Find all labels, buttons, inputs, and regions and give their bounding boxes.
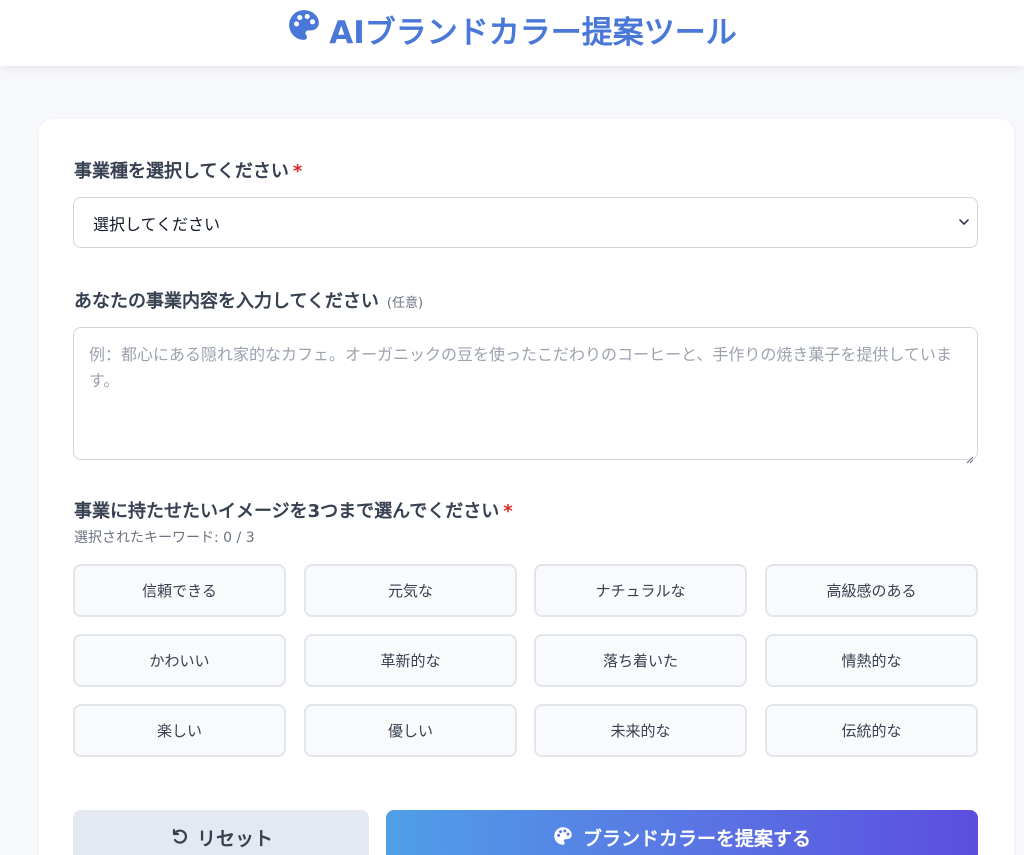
business-description-textarea[interactable]: 例：都心にある隠れ家的なカフェ。オーガニックの豆を使ったこだわりのコーヒーと、手… xyxy=(73,327,978,464)
business-type-select[interactable]: 選択してください xyxy=(73,197,978,248)
keyword-button[interactable]: 伝統的な xyxy=(765,704,978,757)
app-title: AIブランドカラー提案ツール xyxy=(287,7,737,52)
optional-note: (任意) xyxy=(386,296,424,311)
keyword-button[interactable]: かわいい xyxy=(73,634,286,687)
palette-icon xyxy=(553,824,573,851)
business-description-placeholder: 例：都心にある隠れ家的なカフェ。オーガニックの豆を使ったこだわりのコーヒーと、手… xyxy=(89,345,952,391)
keyword-button[interactable]: 情熱的な xyxy=(765,634,978,687)
keyword-button[interactable]: 革新的な xyxy=(304,634,517,687)
keyword-button[interactable]: 信頼できる xyxy=(73,564,286,617)
business-description-label-text: あなたの事業内容を入力してください xyxy=(74,291,379,312)
reset-button[interactable]: リセット xyxy=(73,810,369,855)
keyword-button[interactable]: 元気な xyxy=(304,564,517,617)
palette-icon xyxy=(287,8,321,50)
required-mark: * xyxy=(292,161,303,182)
keyword-button[interactable]: 高級感のある xyxy=(765,564,978,617)
suggest-colors-button-label: ブランドカラーを提案する xyxy=(582,828,811,850)
keywords-label: 事業に持たせたいイメージを3つまで選んでください * xyxy=(74,497,513,523)
keyword-button[interactable]: 優しい xyxy=(304,704,517,757)
suggest-colors-button[interactable]: ブランドカラーを提案する xyxy=(386,810,978,855)
business-type-label-text: 事業種を選択してください xyxy=(74,161,289,182)
keyword-counter: 選択されたキーワード: 0 / 3 xyxy=(74,530,255,546)
business-description-label: あなたの事業内容を入力してください (任意) xyxy=(74,287,423,313)
keyword-button[interactable]: 楽しい xyxy=(73,704,286,757)
reset-button-label: リセット xyxy=(196,828,273,850)
resize-grip-icon[interactable] xyxy=(964,446,974,464)
business-type-label: 事業種を選択してください * xyxy=(74,157,302,183)
chevron-down-icon xyxy=(957,214,971,228)
keywords-label-text: 事業に持たせたいイメージを3つまで選んでください xyxy=(74,501,500,522)
keyword-button[interactable]: ナチュラルな xyxy=(534,564,747,617)
business-type-selected-value: 選択してください xyxy=(93,214,221,234)
app-header: AIブランドカラー提案ツール xyxy=(0,0,1024,66)
keyword-button[interactable]: 未来的な xyxy=(534,704,747,757)
undo-icon xyxy=(169,824,189,851)
required-mark: * xyxy=(503,501,513,522)
app-title-text: AIブランドカラー提案ツール xyxy=(329,14,737,51)
keyword-button[interactable]: 落ち着いた xyxy=(534,634,747,687)
